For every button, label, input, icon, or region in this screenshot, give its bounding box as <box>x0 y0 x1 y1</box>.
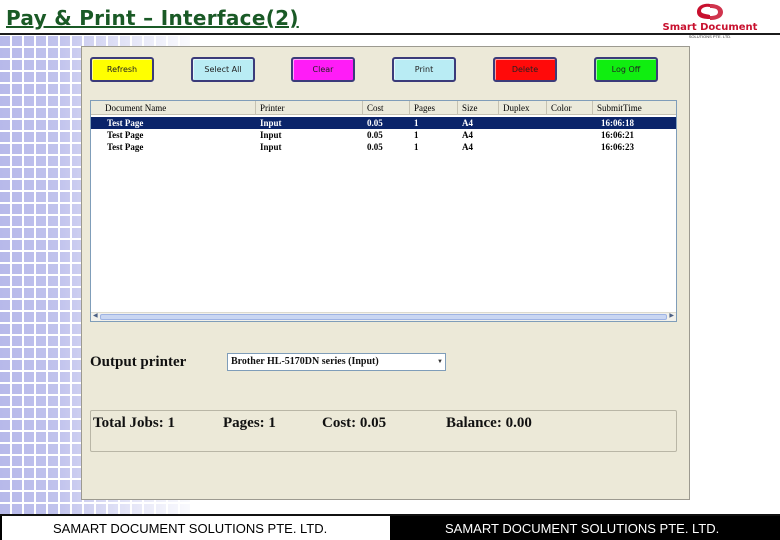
cell-cost: 0.05 <box>367 130 383 140</box>
footer-left-text: SAMART DOCUMENT SOLUTIONS PTE. LTD. <box>53 521 328 536</box>
col-printer[interactable]: Printer <box>256 101 363 115</box>
cell-cost: 0.05 <box>367 118 383 128</box>
col-color[interactable]: Color <box>547 101 593 115</box>
print-button[interactable]: Print <box>392 57 456 82</box>
footer-edge <box>0 516 2 540</box>
selected-printer-value: Brother HL-5170DN series (Input) <box>231 356 379 367</box>
cell-submit-time: 16:06:21 <box>601 130 634 140</box>
cell-size: A4 <box>462 118 473 128</box>
cell-document-name: Test Page <box>107 142 144 152</box>
col-pages[interactable]: Pages <box>410 101 458 115</box>
cell-submit-time: 16:06:23 <box>601 142 634 152</box>
scroll-left-icon[interactable]: ◀ <box>93 312 98 319</box>
cell-pages: 1 <box>414 118 419 128</box>
cell-printer: Input <box>260 118 282 128</box>
clear-button[interactable]: Clear <box>291 57 355 82</box>
table-row[interactable]: ✓ Test Page Input 0.05 1 A4 16:06:18 <box>90 117 676 129</box>
logo-mark-icon <box>697 3 723 20</box>
col-cost[interactable]: Cost <box>363 101 410 115</box>
col-duplex[interactable]: Duplex <box>499 101 547 115</box>
col-size[interactable]: Size <box>458 101 499 115</box>
horizontal-scrollbar[interactable]: ◀ ▶ <box>91 312 676 321</box>
table-row[interactable]: Test Page Input 0.05 1 A4 16:06:23 <box>91 141 676 153</box>
footer: SAMART DOCUMENT SOLUTIONS PTE. LTD. SAMA… <box>0 514 780 540</box>
check-icon[interactable]: ✓ <box>90 117 98 129</box>
cell-size: A4 <box>462 142 473 152</box>
job-list[interactable]: Document Name Printer Cost Pages Size Du… <box>90 100 677 322</box>
select-all-button[interactable]: Select All <box>191 57 255 82</box>
cell-document-name: Test Page <box>107 130 144 140</box>
balance-text: Balance: 0.00 <box>446 415 532 431</box>
delete-button[interactable]: Delete <box>493 57 557 82</box>
scrollbar-thumb[interactable] <box>100 314 667 320</box>
cost-text: Cost: 0.05 <box>322 415 387 431</box>
slide-title: Pay & Print – Interface(2) <box>6 6 299 30</box>
cell-document-name: Test Page <box>107 118 144 128</box>
cell-submit-time: 16:06:18 <box>601 118 634 128</box>
company-logo: Smart Document SOLUTIONS PTE. LTD. <box>655 2 765 42</box>
output-printer-label: Output printer <box>90 354 187 370</box>
col-document-name[interactable]: Document Name <box>101 101 256 115</box>
scroll-right-icon[interactable]: ▶ <box>669 312 674 319</box>
cell-cost: 0.05 <box>367 142 383 152</box>
footer-right-text: SAMART DOCUMENT SOLUTIONS PTE. LTD. <box>445 521 720 536</box>
total-jobs-text: Total Jobs: 1 <box>93 415 175 431</box>
pages-text: Pages: 1 <box>223 415 276 431</box>
output-printer-select[interactable]: Brother HL-5170DN series (Input) ▼ <box>227 353 446 371</box>
job-list-header: Document Name Printer Cost Pages Size Du… <box>91 101 676 115</box>
col-submit-time[interactable]: SubmitTime <box>593 101 678 115</box>
cell-pages: 1 <box>414 130 419 140</box>
log-off-button[interactable]: Log Off <box>594 57 658 82</box>
cell-printer: Input <box>260 130 282 140</box>
logo-text: Smart Document <box>655 22 765 33</box>
pay-print-window: Refresh Select All Clear Print Delete Lo… <box>81 46 690 500</box>
cell-printer: Input <box>260 142 282 152</box>
summary-panel: Total Jobs: 1 Pages: 1 Cost: 0.05 Balanc… <box>90 410 677 452</box>
table-row[interactable]: Test Page Input 0.05 1 A4 16:06:21 <box>91 129 676 141</box>
logo-subtitle: SOLUTIONS PTE. LTD. <box>688 34 732 39</box>
cell-pages: 1 <box>414 142 419 152</box>
refresh-button[interactable]: Refresh <box>90 57 154 82</box>
chevron-down-icon[interactable]: ▼ <box>436 355 444 369</box>
cell-size: A4 <box>462 130 473 140</box>
